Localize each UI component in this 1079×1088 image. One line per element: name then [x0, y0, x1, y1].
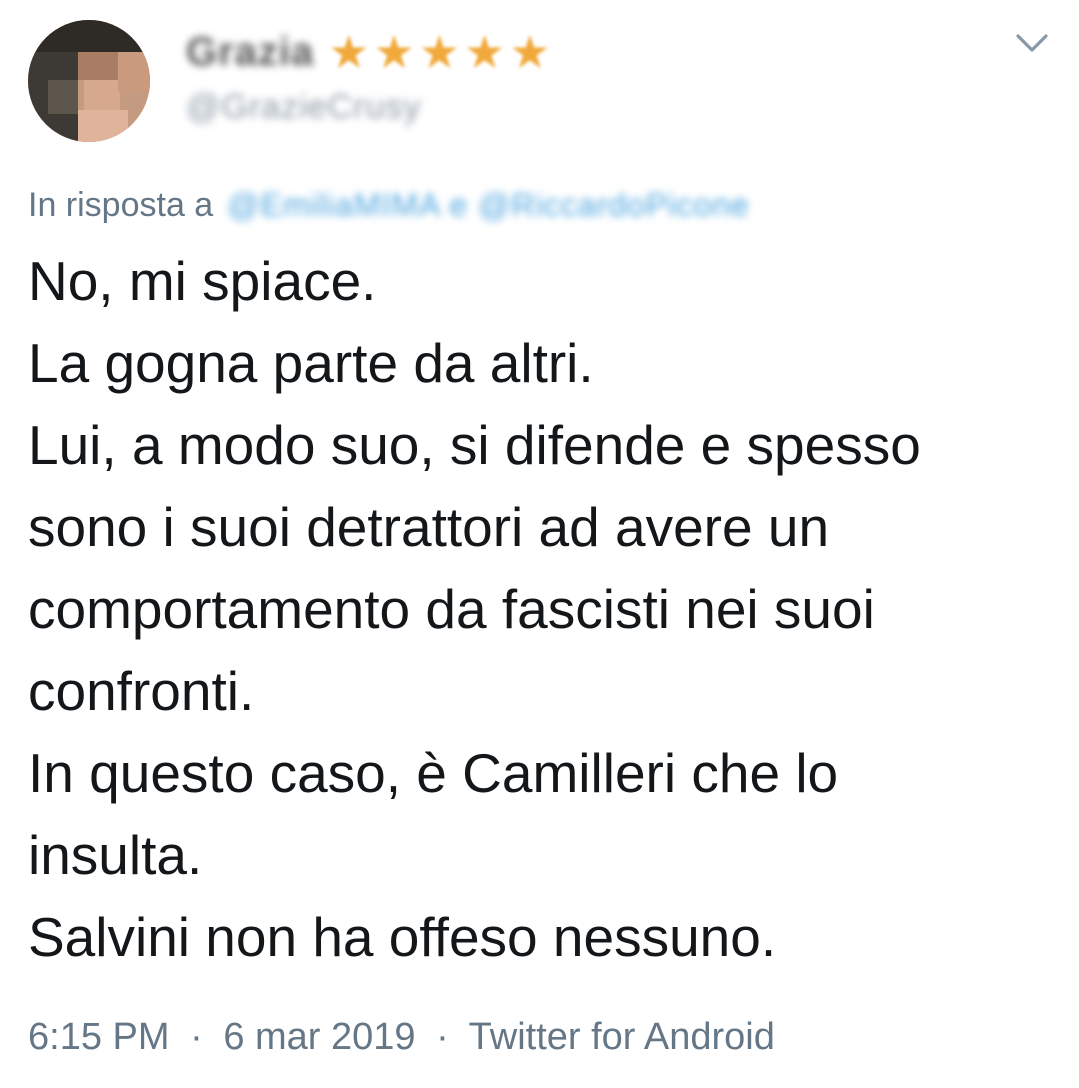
tweet-text-line: No, mi spiace. [28, 250, 377, 312]
star-rating: ★ ★ ★ ★ ★ [328, 29, 554, 75]
star-icon: ★ [373, 26, 415, 78]
meta-separator: · [190, 1016, 203, 1058]
star-icon: ★ [464, 26, 506, 78]
tweet-time[interactable]: 6:15 PM [28, 1016, 170, 1058]
display-name[interactable]: Grazia [186, 30, 314, 75]
tweet-detail: Grazia ★ ★ ★ ★ ★ @GrazieCrusy In risposta a … [0, 0, 1079, 1088]
tweet-date[interactable]: 6 mar 2019 [223, 1016, 415, 1058]
avatar[interactable] [28, 20, 150, 142]
star-icon: ★ [418, 26, 461, 78]
tweet-text-line: confronti. [28, 660, 255, 722]
tweet-client[interactable]: Twitter for Android [469, 1016, 775, 1058]
star-icon: ★ [509, 26, 551, 78]
tweet-text-line: insulta. [28, 824, 203, 886]
tweet-text-line: Lui, a modo suo, si difende e spesso [28, 414, 921, 476]
author-row: Grazia ★ ★ ★ ★ ★ [186, 26, 555, 78]
meta-separator: · [436, 1016, 449, 1058]
tweet-text-line: sono i suoi detrattori ad avere un [28, 496, 830, 558]
reply-label: In risposta a [28, 186, 214, 224]
tweet-text-line: La gogna parte da altri. [28, 332, 594, 394]
tweet-text-line: Salvini non ha offeso nessuno. [28, 906, 777, 968]
reply-targets-link[interactable]: @EmiliaMIMA e @RiccardoPicone [227, 187, 750, 224]
reply-context: In risposta a @EmiliaMIMA e @RiccardoPic… [28, 186, 750, 225]
star-icon: ★ [328, 26, 370, 78]
tweet-text-line: In questo caso, è Camilleri che lo [28, 742, 839, 804]
tweet-text-line: comportamento da fascisti nei suoi [28, 578, 875, 640]
tweet-meta: 6:15 PM · 6 mar 2019 · Twitter for Andro… [28, 1016, 775, 1059]
chevron-down-icon[interactable] [1012, 28, 1052, 58]
user-handle[interactable]: @GrazieCrusy [186, 88, 421, 127]
tweet-text: No, mi spiace. La gogna parte da altri. … [28, 240, 1058, 978]
